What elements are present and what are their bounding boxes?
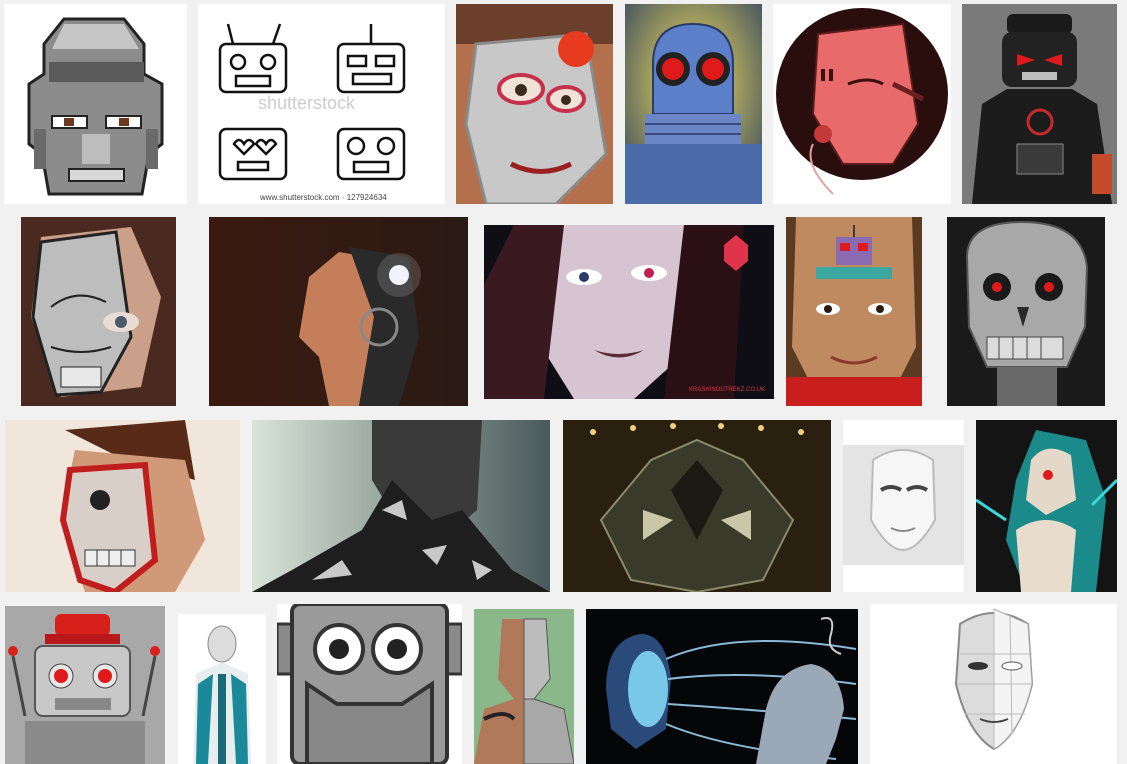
white-mask-icon xyxy=(843,420,964,592)
symmetric-robot-icon xyxy=(563,420,831,592)
face-paint-child-icon xyxy=(456,4,613,204)
image-result-robot-doodles[interactable]: shutterstock www.shutterstock.com · 1279… xyxy=(198,4,445,204)
image-result-symmetric-robot[interactable] xyxy=(563,420,831,592)
pixel-robot-icon xyxy=(4,4,187,204)
stock-caption: www.shutterstock.com · 127924634 xyxy=(259,193,387,202)
image-result-metal-shards[interactable] xyxy=(252,420,550,592)
cyborg-woman-icon: KRASHINOUTREKZ.CO.UK xyxy=(484,225,774,399)
image-result-red-face-paint-man[interactable] xyxy=(5,420,240,592)
image-result-white-mask[interactable] xyxy=(843,420,964,592)
metal-shards-icon xyxy=(252,420,550,592)
image-result-toy-figure[interactable] xyxy=(962,4,1117,204)
logo-caption: KRASHINOUTREKZ.CO.UK xyxy=(689,387,765,393)
robot-doodles-icon: shutterstock www.shutterstock.com · 1279… xyxy=(198,4,445,204)
image-result-pink-mask[interactable] xyxy=(773,4,951,204)
image-result-forehead-robot-boy[interactable] xyxy=(786,217,922,406)
android-profile-icon xyxy=(209,217,468,406)
metal-skull-icon xyxy=(947,217,1105,406)
image-result-metal-skull[interactable] xyxy=(947,217,1105,406)
forehead-robot-boy-icon xyxy=(786,217,922,406)
blue-android-heads-icon xyxy=(586,609,858,764)
wireframe-face-icon xyxy=(870,604,1117,764)
image-result-teal-cyborg[interactable] xyxy=(976,420,1117,592)
shutterstock-watermark: shutterstock xyxy=(258,93,356,113)
image-result-wireframe-face[interactable] xyxy=(870,604,1117,764)
vintage-toy-robot-icon xyxy=(5,606,165,764)
half-robot-man-icon xyxy=(474,609,574,764)
toy-figure-icon xyxy=(962,4,1117,204)
image-result-blue-robot[interactable] xyxy=(625,4,762,204)
blue-robot-icon xyxy=(625,4,762,204)
image-result-grey-cartoon-robot[interactable] xyxy=(277,604,462,764)
grey-cartoon-robot-icon xyxy=(277,604,462,764)
image-result-android-profile[interactable] xyxy=(209,217,468,406)
image-result-blue-android-heads[interactable] xyxy=(586,609,858,764)
image-result-white-android[interactable] xyxy=(178,614,266,764)
image-result-pixel-robot[interactable] xyxy=(4,4,187,204)
pink-mask-icon xyxy=(773,4,951,204)
image-result-half-robot-woman[interactable] xyxy=(21,217,176,406)
teal-cyborg-icon xyxy=(976,420,1117,592)
red-face-paint-man-icon xyxy=(5,420,240,592)
half-robot-woman-icon xyxy=(21,217,176,406)
image-result-vintage-toy-robot[interactable] xyxy=(5,606,165,764)
white-android-icon xyxy=(178,614,266,764)
image-result-half-robot-man[interactable] xyxy=(474,609,574,764)
image-result-cyborg-woman[interactable]: KRASHINOUTREKZ.CO.UK xyxy=(484,225,774,399)
image-result-face-paint-child[interactable] xyxy=(456,4,613,204)
